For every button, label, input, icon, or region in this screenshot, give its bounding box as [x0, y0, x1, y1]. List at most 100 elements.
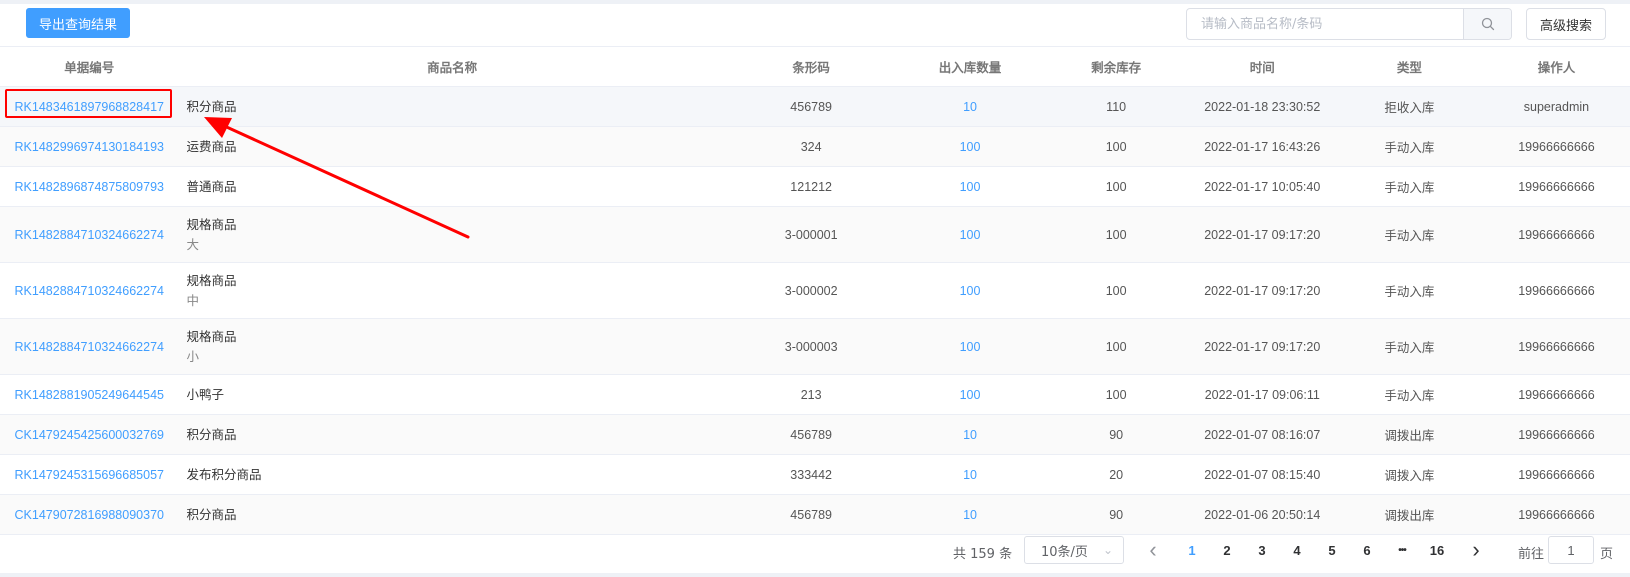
toolbar: 导出查询结果 高级搜索 — [0, 4, 1630, 48]
operator-cell: 19966666666 — [1518, 507, 1595, 522]
bottom-border — [0, 573, 1630, 577]
product-name: 积分商品 — [186, 506, 237, 522]
table-row[interactable]: RK1483461897968828417 积分商品 456789 10 110… — [0, 87, 1630, 127]
chevron-down-icon: ⌄ — [1102, 543, 1113, 557]
document-no-link[interactable]: CK1479245425600032769 — [15, 428, 164, 442]
stock-cell: 100 — [1105, 179, 1127, 194]
search-input[interactable] — [1187, 9, 1463, 39]
search-button[interactable] — [1463, 9, 1511, 39]
barcode-cell: 3-000003 — [784, 339, 838, 354]
quantity-link[interactable]: 100 — [960, 388, 981, 402]
operator-cell: 19966666666 — [1518, 427, 1595, 442]
page-number[interactable]: 1 — [1177, 536, 1207, 564]
pagination: 共 159 条 10条/页 ⌄ ‹ 1 2 3 4 5 6 ••• 16 › 前… — [0, 536, 1630, 570]
stock-cell: 100 — [1105, 139, 1127, 154]
header-quantity[interactable]: 出入库数量 — [896, 57, 1043, 76]
more-pages-ellipsis[interactable]: ••• — [1387, 536, 1417, 564]
product-name: 发布积分商品 — [186, 466, 262, 482]
goto-suffix: 页 — [1600, 547, 1614, 562]
type-cell: 调拨出库 — [1384, 428, 1435, 443]
time-cell: 2022-01-17 09:17:20 — [1204, 339, 1321, 354]
page-number[interactable]: 5 — [1317, 536, 1347, 564]
header-product-name[interactable]: 商品名称 — [179, 57, 726, 76]
goto-page-input[interactable] — [1548, 536, 1594, 564]
product-name: 积分商品 — [186, 98, 237, 114]
header-remaining-stock[interactable]: 剩余库存 — [1044, 57, 1189, 76]
export-results-button[interactable]: 导出查询结果 — [26, 8, 130, 38]
document-no-link[interactable]: RK1483461897968828417 — [15, 100, 164, 114]
quantity-link[interactable]: 10 — [963, 100, 977, 114]
time-cell: 2022-01-17 09:17:20 — [1204, 283, 1321, 298]
table-row[interactable]: RK1482881905249644545 小鸭子 213 100 100 20… — [0, 375, 1630, 415]
quantity-link[interactable]: 10 — [963, 428, 977, 442]
quantity-link[interactable]: 100 — [960, 228, 981, 242]
header-document-no[interactable]: 单据编号 — [0, 57, 179, 76]
document-no-link[interactable]: CK1479072816988090370 — [15, 508, 164, 522]
quantity-link[interactable]: 100 — [960, 284, 981, 298]
page-number[interactable]: 6 — [1352, 536, 1382, 564]
quantity-link[interactable]: 100 — [960, 340, 981, 354]
table-row[interactable]: CK1479245425600032769 积分商品 456789 10 90 … — [0, 415, 1630, 455]
document-no-link[interactable]: RK1482896874875809793 — [15, 180, 164, 194]
barcode-cell: 121212 — [790, 179, 833, 194]
header-operator[interactable]: 操作人 — [1483, 57, 1630, 76]
document-no-link[interactable]: RK1482884710324662274 — [15, 340, 164, 354]
barcode-cell: 213 — [800, 387, 822, 402]
time-cell: 2022-01-18 23:30:52 — [1204, 99, 1321, 114]
operator-cell: 19966666666 — [1518, 179, 1595, 194]
time-cell: 2022-01-17 09:17:20 — [1204, 227, 1321, 242]
table-row[interactable]: RK1482884710324662274 规格商品 中 3-000002 10… — [0, 263, 1630, 319]
stock-cell: 100 — [1105, 339, 1127, 354]
header-barcode[interactable]: 条形码 — [726, 57, 897, 76]
quantity-link[interactable]: 100 — [960, 140, 981, 154]
table-row[interactable]: RK1482896874875809793 普通商品 121212 100 10… — [0, 167, 1630, 207]
time-cell: 2022-01-17 10:05:40 — [1204, 179, 1321, 194]
page: 导出查询结果 高级搜索 单据编号 商品名称 条形码 出入库数量 剩余库存 时间 … — [0, 0, 1630, 577]
table-row[interactable]: RK1482884710324662274 规格商品 小 3-000003 10… — [0, 319, 1630, 375]
header-type[interactable]: 类型 — [1336, 57, 1483, 76]
table-row[interactable]: RK1479245315696685057 发布积分商品 333442 10 2… — [0, 455, 1630, 495]
stock-cell: 100 — [1105, 227, 1127, 242]
product-name: 规格商品 — [186, 272, 237, 288]
stock-cell: 90 — [1109, 507, 1124, 522]
type-cell: 手动入库 — [1384, 228, 1435, 243]
stock-cell: 90 — [1109, 427, 1124, 442]
barcode-cell: 3-000001 — [784, 227, 838, 242]
header-time[interactable]: 时间 — [1189, 57, 1336, 76]
advanced-search-button[interactable]: 高级搜索 — [1526, 8, 1606, 40]
table-header: 单据编号 商品名称 条形码 出入库数量 剩余库存 时间 类型 操作人 — [0, 47, 1630, 87]
page-number[interactable]: 3 — [1247, 536, 1277, 564]
type-cell: 手动入库 — [1384, 180, 1435, 195]
search-box — [1186, 8, 1512, 40]
operator-cell: 19966666666 — [1518, 339, 1595, 354]
document-no-link[interactable]: RK1479245315696685057 — [15, 468, 164, 482]
table-row[interactable]: RK1482996974130184193 运费商品 324 100 100 2… — [0, 127, 1630, 167]
product-name: 运费商品 — [186, 138, 237, 154]
page-size-select[interactable]: 10条/页 ⌄ — [1024, 536, 1124, 564]
page-size-value: 10条/页 — [1041, 544, 1088, 560]
page-number[interactable]: 2 — [1212, 536, 1242, 564]
type-cell: 手动入库 — [1384, 284, 1435, 299]
type-cell: 手动入库 — [1384, 340, 1435, 355]
stock-cell: 100 — [1105, 283, 1127, 298]
time-cell: 2022-01-06 20:50:14 — [1204, 507, 1321, 522]
page-number[interactable]: 16 — [1422, 536, 1452, 564]
quantity-link[interactable]: 10 — [963, 508, 977, 522]
page-number[interactable]: 4 — [1282, 536, 1312, 564]
product-name: 规格商品 — [186, 328, 237, 344]
document-no-link[interactable]: RK1482884710324662274 — [15, 228, 164, 242]
product-spec: 大 — [186, 236, 199, 252]
next-page-button[interactable]: › — [1461, 536, 1491, 564]
table-row[interactable]: CK1479072816988090370 积分商品 456789 10 90 … — [0, 495, 1630, 535]
operator-cell: 19966666666 — [1518, 467, 1595, 482]
operator-cell: superadmin — [1523, 99, 1590, 114]
table-row[interactable]: RK1482884710324662274 规格商品 大 3-000001 10… — [0, 207, 1630, 263]
product-spec: 小 — [186, 348, 199, 364]
barcode-cell: 3-000002 — [784, 283, 838, 298]
document-no-link[interactable]: RK1482884710324662274 — [15, 284, 164, 298]
quantity-link[interactable]: 10 — [963, 468, 977, 482]
prev-page-button[interactable]: ‹ — [1138, 536, 1168, 564]
document-no-link[interactable]: RK1482881905249644545 — [15, 388, 164, 402]
quantity-link[interactable]: 100 — [960, 180, 981, 194]
document-no-link[interactable]: RK1482996974130184193 — [15, 140, 164, 154]
